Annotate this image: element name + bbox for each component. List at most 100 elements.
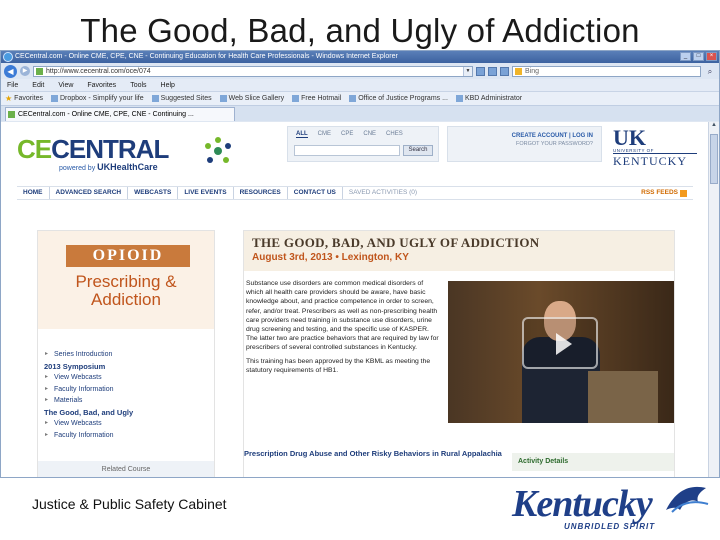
banner-line-2: Addiction	[91, 290, 161, 309]
scrollbar-thumb[interactable]	[710, 134, 718, 184]
star-burst-icon	[205, 137, 231, 163]
course-banner-word: OPIOID	[66, 245, 190, 267]
banner-line-1: Prescribing &	[75, 272, 177, 291]
suggested-sites-icon	[151, 95, 159, 102]
menu-series-introduction[interactable]: Series Introduction	[44, 349, 133, 361]
forward-arrow-icon[interactable]: ▶	[20, 66, 30, 76]
filter-cne[interactable]: CNE	[363, 131, 376, 138]
horse-icon	[666, 486, 709, 513]
site-header: CECENTRAL powered by UKHealthCare ALL CM…	[1, 122, 709, 182]
nav-home[interactable]: HOME	[17, 187, 50, 199]
minimize-button[interactable]: _	[680, 52, 691, 61]
account-links[interactable]: CREATE ACCOUNT | LOG IN	[448, 133, 593, 139]
filter-ches[interactable]: CHES	[386, 131, 403, 138]
menu-favorites[interactable]: Favorites	[87, 82, 116, 89]
menu-tools[interactable]: Tools	[130, 82, 146, 89]
site-search-button[interactable]: Search	[403, 145, 433, 156]
next-course-link[interactable]: Prescription Drug Abuse and Other Risky …	[244, 449, 504, 459]
page-favicon-icon	[8, 111, 15, 118]
search-filter-tabs: ALL CME CPE CNE CHES	[288, 127, 438, 142]
browser-search-input[interactable]: Bing	[512, 65, 701, 77]
favorite-label: Suggested Sites	[160, 95, 212, 102]
favorite-label: Office of Justice Programs ...	[358, 95, 448, 102]
favorite-label: Web Slice Gallery	[228, 95, 285, 102]
nav-advanced-search[interactable]: ADVANCED SEARCH	[50, 187, 129, 199]
favorite-link-dropbox[interactable]: Dropbox - Simplify your life	[50, 95, 144, 102]
address-bar[interactable]: http://www.cecentral.com/oce/074 ▼	[33, 65, 473, 77]
nav-webcasts[interactable]: WEBCASTS	[128, 187, 179, 199]
ukhealthcare-brand: UKHealthCare	[97, 162, 158, 172]
browser-window: CECentral.com - Online CME, CPE, CNE - C…	[0, 50, 720, 478]
favorite-link-web-slice[interactable]: Web Slice Gallery	[219, 95, 285, 102]
browser-search-placeholder: Bing	[525, 67, 540, 75]
course-banner: OPIOID Prescribing & Addiction	[38, 231, 214, 329]
favorites-bar: ★ Favorites Dropbox - Simplify your life …	[1, 91, 719, 105]
address-dropdown-icon[interactable]: ▼	[463, 66, 472, 76]
filter-all[interactable]: ALL	[296, 131, 308, 138]
internet-explorer-icon	[3, 52, 13, 62]
event-content: THE GOOD, BAD, AND UGLY OF ADDICTION Aug…	[243, 230, 675, 477]
page-viewport: CECENTRAL powered by UKHealthCare ALL CM…	[1, 122, 709, 477]
event-description-paragraph: Substance use disorders are common medic…	[246, 280, 439, 352]
nav-live-events[interactable]: LIVE EVENTS	[178, 187, 234, 199]
search-icon[interactable]: ⌕	[704, 66, 716, 77]
play-icon[interactable]	[522, 317, 598, 369]
menu-faculty-information[interactable]: Faculty Information	[44, 384, 133, 396]
menu-edit[interactable]: Edit	[32, 82, 44, 89]
menu-gbu-faculty-information[interactable]: Faculty Information	[44, 430, 133, 442]
activity-details-tab[interactable]: Activity Details	[512, 453, 674, 471]
menu-help[interactable]: Help	[161, 82, 175, 89]
site-search-input[interactable]	[294, 145, 400, 156]
favorite-link-kbd[interactable]: KBD Administrator	[455, 95, 522, 102]
kentucky-logo: Kentucky UNBRIDLED SPIRIT	[512, 478, 712, 536]
tab-cecentral[interactable]: CECentral.com - Online CME, CPE, CNE - C…	[5, 107, 235, 121]
forgot-password-link[interactable]: FORGOT YOUR PASSWORD?	[448, 141, 593, 147]
stop-icon[interactable]	[500, 66, 509, 76]
scroll-up-icon[interactable]: ▲	[710, 122, 718, 132]
site-search-panel: ALL CME CPE CNE CHES Search	[287, 126, 439, 162]
address-url: http://www.cecentral.com/oce/074	[46, 67, 151, 75]
tab-label: CECentral.com - Online CME, CPE, CNE - C…	[18, 111, 194, 118]
nav-contact-us[interactable]: CONTACT US	[288, 187, 343, 199]
uk-mark: UK	[613, 125, 646, 150]
refresh-icon[interactable]	[488, 66, 497, 76]
course-menu: Series Introduction 2013 Symposium View …	[44, 349, 133, 441]
nav-resources[interactable]: RESOURCES	[234, 187, 288, 199]
menu-section-symposium: 2013 Symposium	[44, 361, 106, 371]
vertical-scrollbar[interactable]: ▲	[708, 122, 719, 477]
close-button[interactable]: ×	[706, 52, 717, 61]
filter-cpe[interactable]: CPE	[341, 131, 353, 138]
menu-materials[interactable]: Materials	[44, 395, 133, 407]
uk-logo[interactable]: UK UNIVERSITY OF KENTUCKY	[613, 125, 697, 169]
nav-saved-activities[interactable]: SAVED ACTIVITIES (0)	[343, 187, 423, 199]
favorite-link-ojp[interactable]: Office of Justice Programs ...	[349, 95, 448, 102]
compatibility-view-icon[interactable]	[476, 66, 485, 76]
menu-section-gbu: The Good, Bad, and Ugly	[44, 407, 134, 417]
favorite-label: Dropbox - Simplify your life	[59, 95, 144, 102]
menu-file[interactable]: File	[7, 82, 18, 89]
rss-label: RSS FEEDS	[641, 189, 678, 196]
video-player[interactable]	[448, 281, 674, 423]
maximize-button[interactable]: □	[693, 52, 704, 61]
event-title: THE GOOD, BAD, AND UGLY OF ADDICTION	[252, 235, 540, 250]
address-toolbar: ◀ ▶ http://www.cecentral.com/oce/074 ▼ B…	[1, 63, 719, 79]
menu-view[interactable]: View	[58, 82, 73, 89]
favorite-link-suggested-sites[interactable]: Suggested Sites	[151, 95, 212, 102]
event-banner: THE GOOD, BAD, AND UGLY OF ADDICTION Aug…	[244, 231, 674, 271]
favorites-button[interactable]: ★ Favorites	[5, 94, 43, 103]
rss-feeds-link[interactable]: RSS FEEDS	[635, 187, 693, 199]
star-icon: ★	[5, 94, 13, 103]
kentucky-logo-word: Kentucky	[512, 483, 653, 525]
favorite-link-hotmail[interactable]: Free Hotmail	[292, 95, 341, 102]
filter-cme[interactable]: CME	[318, 131, 331, 138]
menu-gbu-view-webcasts[interactable]: View Webcasts	[44, 418, 133, 430]
back-arrow-icon[interactable]: ◀	[4, 64, 17, 78]
site-nav: HOME ADVANCED SEARCH WEBCASTS LIVE EVENT…	[17, 186, 693, 200]
favorite-label: Free Hotmail	[301, 95, 342, 102]
course-sidebar: OPIOID Prescribing & Addiction Series In…	[37, 230, 215, 477]
dropbox-icon	[50, 95, 58, 102]
menu-view-webcasts[interactable]: View Webcasts	[44, 372, 133, 384]
cecentral-logo[interactable]: CECENTRAL	[17, 134, 231, 165]
tab-bar: CECentral.com - Online CME, CPE, CNE - C…	[1, 105, 719, 121]
slide-title: The Good, Bad, and Ugly of Addiction	[80, 12, 640, 49]
